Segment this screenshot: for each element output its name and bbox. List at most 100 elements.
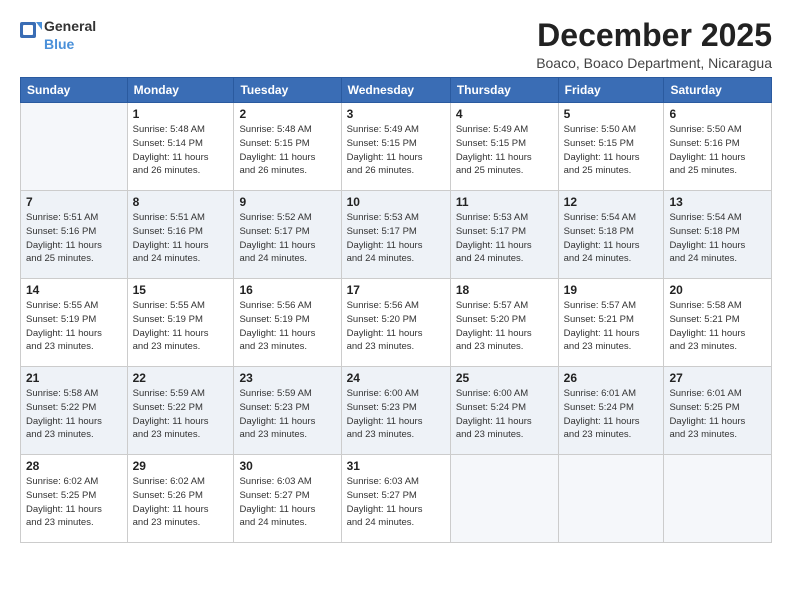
calendar-cell: 19 Sunrise: 5:57 AM Sunset: 5:21 PM Dayli… [558, 279, 664, 367]
calendar-cell: 28Sunrise: 6:02 AM Sunset: 5:25 PM Dayli… [21, 455, 128, 543]
calendar-cell [558, 455, 664, 543]
day-number: 15 [133, 283, 229, 297]
day-number: 30 [239, 459, 335, 473]
day-info: Sunrise: 5:52 AM Sunset: 5:17 PM Dayligh… [239, 211, 335, 266]
week-row-4: 21 Sunrise: 5:58 AM Sunset: 5:22 PM Dayli… [21, 367, 772, 455]
day-info: Sunrise: 5:58 AM Sunset: 5:22 PM Dayligh… [26, 387, 122, 442]
day-info: Sunrise: 5:53 AM Sunset: 5:17 PM Dayligh… [347, 211, 445, 266]
day-info: Sunrise: 6:00 AM Sunset: 5:23 PM Dayligh… [347, 387, 445, 442]
calendar-cell: 30 Sunrise: 6:03 AM Sunset: 5:27 PM Dayli… [234, 455, 341, 543]
day-number: 20 [669, 283, 766, 297]
calendar-cell: 12Sunrise: 5:54 AM Sunset: 5:18 PM Dayli… [558, 191, 664, 279]
calendar-cell: 31 Sunrise: 6:03 AM Sunset: 5:27 PM Dayli… [341, 455, 450, 543]
weekday-header-thursday: Thursday [450, 78, 558, 103]
calendar-cell [21, 103, 128, 191]
calendar-cell: 29 Sunrise: 6:02 AM Sunset: 5:26 PM Dayli… [127, 455, 234, 543]
calendar-cell: 15 Sunrise: 5:55 AM Sunset: 5:19 PM Dayli… [127, 279, 234, 367]
day-number: 5 [564, 107, 659, 121]
logo: General Blue [20, 18, 96, 53]
day-info: Sunrise: 5:50 AM Sunset: 5:15 PM Dayligh… [564, 123, 659, 178]
calendar-cell: 21 Sunrise: 5:58 AM Sunset: 5:22 PM Dayli… [21, 367, 128, 455]
day-info: Sunrise: 5:49 AM Sunset: 5:15 PM Dayligh… [456, 123, 553, 178]
logo-general: General [44, 18, 96, 34]
day-info: Sunrise: 5:50 AM Sunset: 5:16 PM Dayligh… [669, 123, 766, 178]
day-number: 14 [26, 283, 122, 297]
logo-icon [20, 22, 42, 49]
day-number: 8 [133, 195, 229, 209]
calendar-cell: 23Sunrise: 5:59 AM Sunset: 5:23 PM Dayli… [234, 367, 341, 455]
day-number: 11 [456, 195, 553, 209]
calendar-cell: 2 Sunrise: 5:48 AM Sunset: 5:15 PM Daylig… [234, 103, 341, 191]
title-area: December 2025 Boaco, Boaco Department, N… [536, 18, 772, 71]
day-info: Sunrise: 5:55 AM Sunset: 5:19 PM Dayligh… [26, 299, 122, 354]
weekday-header-saturday: Saturday [664, 78, 772, 103]
day-info: Sunrise: 5:55 AM Sunset: 5:19 PM Dayligh… [133, 299, 229, 354]
day-info: Sunrise: 6:03 AM Sunset: 5:27 PM Dayligh… [347, 475, 445, 530]
calendar-cell: 24 Sunrise: 6:00 AM Sunset: 5:23 PM Dayli… [341, 367, 450, 455]
day-number: 31 [347, 459, 445, 473]
day-number: 24 [347, 371, 445, 385]
weekday-header-wednesday: Wednesday [341, 78, 450, 103]
calendar-cell: 26Sunrise: 6:01 AM Sunset: 5:24 PM Dayli… [558, 367, 664, 455]
day-number: 7 [26, 195, 122, 209]
day-info: Sunrise: 5:53 AM Sunset: 5:17 PM Dayligh… [456, 211, 553, 266]
day-number: 1 [133, 107, 229, 121]
calendar-cell [664, 455, 772, 543]
day-info: Sunrise: 6:03 AM Sunset: 5:27 PM Dayligh… [239, 475, 335, 530]
day-info: Sunrise: 6:02 AM Sunset: 5:26 PM Dayligh… [133, 475, 229, 530]
calendar-cell: 3 Sunrise: 5:49 AM Sunset: 5:15 PM Daylig… [341, 103, 450, 191]
header: General Blue December 2025 Boaco, Boaco … [20, 18, 772, 71]
day-info: Sunrise: 6:02 AM Sunset: 5:25 PM Dayligh… [26, 475, 122, 530]
logo-container: General Blue [20, 18, 96, 53]
day-info: Sunrise: 5:58 AM Sunset: 5:21 PM Dayligh… [669, 299, 766, 354]
day-info: Sunrise: 5:54 AM Sunset: 5:18 PM Dayligh… [669, 211, 766, 266]
weekday-header-sunday: Sunday [21, 78, 128, 103]
day-info: Sunrise: 5:57 AM Sunset: 5:21 PM Dayligh… [564, 299, 659, 354]
day-info: Sunrise: 6:01 AM Sunset: 5:24 PM Dayligh… [564, 387, 659, 442]
calendar-table: SundayMondayTuesdayWednesdayThursdayFrid… [20, 77, 772, 543]
calendar-cell: 4 Sunrise: 5:49 AM Sunset: 5:15 PM Daylig… [450, 103, 558, 191]
calendar-cell: 1Sunrise: 5:48 AM Sunset: 5:14 PM Daylig… [127, 103, 234, 191]
day-number: 22 [133, 371, 229, 385]
calendar-cell: 11 Sunrise: 5:53 AM Sunset: 5:17 PM Dayli… [450, 191, 558, 279]
calendar-cell: 16 Sunrise: 5:56 AM Sunset: 5:19 PM Dayli… [234, 279, 341, 367]
day-number: 18 [456, 283, 553, 297]
weekday-header-tuesday: Tuesday [234, 78, 341, 103]
day-info: Sunrise: 5:56 AM Sunset: 5:19 PM Dayligh… [239, 299, 335, 354]
calendar-cell: 25Sunrise: 6:00 AM Sunset: 5:24 PM Dayli… [450, 367, 558, 455]
weekday-header-friday: Friday [558, 78, 664, 103]
week-row-1: 1Sunrise: 5:48 AM Sunset: 5:14 PM Daylig… [21, 103, 772, 191]
day-info: Sunrise: 5:51 AM Sunset: 5:16 PM Dayligh… [133, 211, 229, 266]
day-number: 10 [347, 195, 445, 209]
week-row-5: 28Sunrise: 6:02 AM Sunset: 5:25 PM Dayli… [21, 455, 772, 543]
calendar-cell: 17Sunrise: 5:56 AM Sunset: 5:20 PM Dayli… [341, 279, 450, 367]
calendar-cell: 10 Sunrise: 5:53 AM Sunset: 5:17 PM Dayli… [341, 191, 450, 279]
day-number: 25 [456, 371, 553, 385]
calendar-cell: 8 Sunrise: 5:51 AM Sunset: 5:16 PM Daylig… [127, 191, 234, 279]
day-info: Sunrise: 5:51 AM Sunset: 5:16 PM Dayligh… [26, 211, 122, 266]
calendar-cell: 6Sunrise: 5:50 AM Sunset: 5:16 PM Daylig… [664, 103, 772, 191]
day-info: Sunrise: 5:59 AM Sunset: 5:22 PM Dayligh… [133, 387, 229, 442]
day-info: Sunrise: 5:48 AM Sunset: 5:15 PM Dayligh… [239, 123, 335, 178]
day-number: 17 [347, 283, 445, 297]
day-info: Sunrise: 6:01 AM Sunset: 5:25 PM Dayligh… [669, 387, 766, 442]
calendar-cell: 18Sunrise: 5:57 AM Sunset: 5:20 PM Dayli… [450, 279, 558, 367]
calendar-cell: 5 Sunrise: 5:50 AM Sunset: 5:15 PM Daylig… [558, 103, 664, 191]
calendar-cell: 13Sunrise: 5:54 AM Sunset: 5:18 PM Dayli… [664, 191, 772, 279]
day-info: Sunrise: 5:59 AM Sunset: 5:23 PM Dayligh… [239, 387, 335, 442]
day-number: 4 [456, 107, 553, 121]
page: General Blue December 2025 Boaco, Boaco … [0, 0, 792, 612]
day-info: Sunrise: 5:49 AM Sunset: 5:15 PM Dayligh… [347, 123, 445, 178]
day-number: 16 [239, 283, 335, 297]
day-number: 29 [133, 459, 229, 473]
location-title: Boaco, Boaco Department, Nicaragua [536, 55, 772, 71]
week-row-3: 14 Sunrise: 5:55 AM Sunset: 5:19 PM Dayli… [21, 279, 772, 367]
day-number: 2 [239, 107, 335, 121]
weekday-header-row: SundayMondayTuesdayWednesdayThursdayFrid… [21, 78, 772, 103]
day-number: 3 [347, 107, 445, 121]
calendar-cell: 9Sunrise: 5:52 AM Sunset: 5:17 PM Daylig… [234, 191, 341, 279]
day-number: 21 [26, 371, 122, 385]
day-info: Sunrise: 5:54 AM Sunset: 5:18 PM Dayligh… [564, 211, 659, 266]
week-row-2: 7 Sunrise: 5:51 AM Sunset: 5:16 PM Daylig… [21, 191, 772, 279]
day-number: 19 [564, 283, 659, 297]
